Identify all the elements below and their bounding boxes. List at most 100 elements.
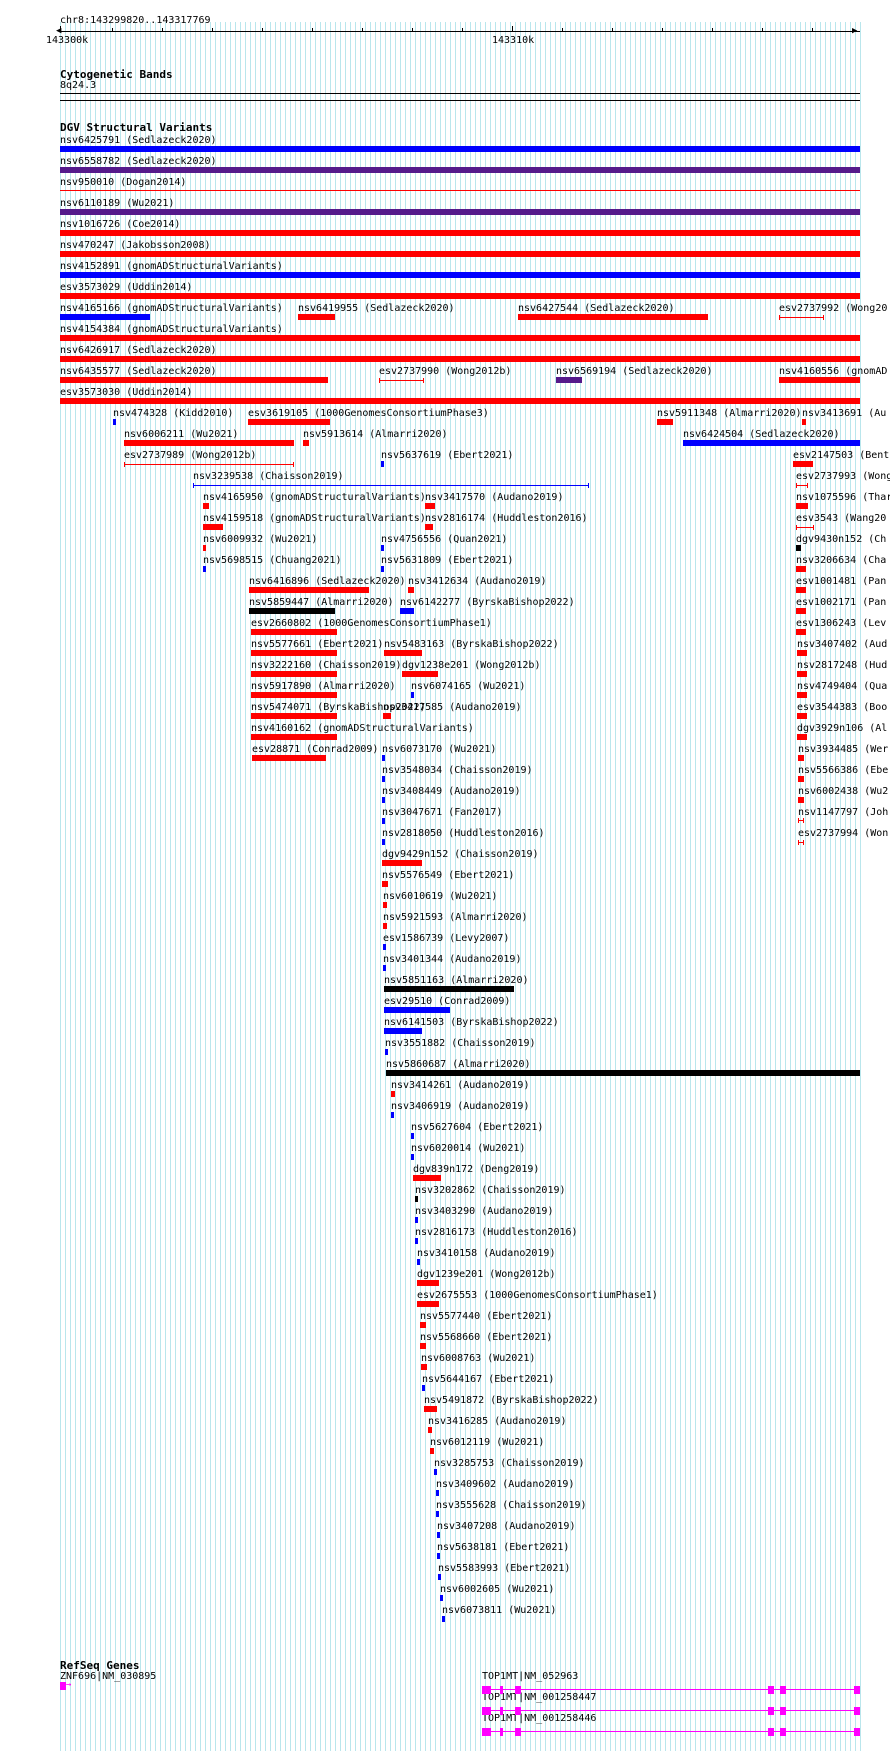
variant-label[interactable]: nsv4152891 (gnomADStructuralVariants) <box>60 261 283 272</box>
variant-bar[interactable] <box>252 755 326 761</box>
variant-label[interactable]: nsv6074165 (Wu2021) <box>411 681 525 692</box>
variant-label[interactable]: nsv4165166 (gnomADStructuralVariants) <box>60 303 283 314</box>
gene-exon[interactable] <box>515 1707 521 1715</box>
variant-bar[interactable] <box>796 629 806 635</box>
variant-label[interactable]: nsv5698515 (Chuang2021) <box>203 555 341 566</box>
gene-exon[interactable] <box>780 1707 786 1715</box>
gene-label[interactable]: ZNF696|NM_030895 <box>60 1671 156 1682</box>
variant-bar[interactable] <box>248 419 330 425</box>
variant-label[interactable]: nsv5583993 (Ebert2021) <box>438 1563 570 1574</box>
variant-label[interactable]: nsv3407402 (Aud <box>797 639 887 650</box>
variant-label[interactable]: nsv3202862 (Chaisson2019) <box>415 1185 566 1196</box>
variant-bar[interactable] <box>411 692 414 698</box>
variant-bar[interactable] <box>411 1133 414 1139</box>
variant-bar[interactable] <box>796 566 806 572</box>
variant-label[interactable]: nsv6008763 (Wu2021) <box>421 1353 535 1364</box>
variant-bar[interactable] <box>124 440 294 446</box>
variant-label[interactable]: esv28871 (Conrad2009) <box>252 744 378 755</box>
variant-label[interactable]: nsv1075596 (Thar <box>796 492 890 503</box>
variant-label[interactable]: nsv3285753 (Chaisson2019) <box>434 1458 585 1469</box>
variant-whisker[interactable] <box>193 485 589 486</box>
variant-bar[interactable] <box>796 545 801 551</box>
variant-label[interactable]: dgv9429n152 (Chaisson2019) <box>382 849 539 860</box>
gene-exon[interactable] <box>768 1686 774 1694</box>
variant-bar[interactable] <box>249 587 369 593</box>
variant-label[interactable]: nsv5911348 (Almarri2020) <box>657 408 802 419</box>
variant-bar[interactable] <box>415 1238 418 1244</box>
gene-exon[interactable] <box>768 1707 774 1715</box>
variant-bar[interactable] <box>802 419 806 425</box>
variant-label[interactable]: nsv3239538 (Chaisson2019) <box>193 471 344 482</box>
variant-bar[interactable] <box>797 734 807 740</box>
variant-label[interactable]: nsv3413691 (Au <box>802 408 886 419</box>
variant-label[interactable]: nsv3408449 (Audano2019) <box>382 786 520 797</box>
variant-label[interactable]: nsv3412634 (Audano2019) <box>408 576 546 587</box>
variant-bar[interactable] <box>434 1469 437 1475</box>
gene-exon[interactable] <box>500 1728 503 1736</box>
variant-bar[interactable] <box>251 713 337 719</box>
variant-bar[interactable] <box>60 314 150 320</box>
variant-label[interactable]: nsv2818050 (Huddleston2016) <box>382 828 545 839</box>
variant-label[interactable]: nsv4749404 (Qua <box>797 681 887 692</box>
variant-label[interactable]: nsv3406919 (Audano2019) <box>391 1101 529 1112</box>
variant-bar[interactable] <box>60 230 860 236</box>
variant-bar[interactable] <box>382 839 385 845</box>
variant-label[interactable]: nsv4165950 (gnomADStructuralVariants) <box>203 492 426 503</box>
variant-bar[interactable] <box>384 1007 450 1013</box>
variant-label[interactable]: nsv3555628 (Chaisson2019) <box>436 1500 587 1511</box>
variant-bar[interactable] <box>425 524 433 530</box>
variant-bar[interactable] <box>683 440 860 446</box>
variant-bar[interactable] <box>436 1490 439 1496</box>
variant-bar[interactable] <box>797 713 807 719</box>
variant-bar[interactable] <box>381 461 384 467</box>
variant-label[interactable]: nsv3409602 (Audano2019) <box>436 1479 574 1490</box>
variant-bar[interactable] <box>60 190 860 191</box>
variant-label[interactable]: nsv3407208 (Audano2019) <box>437 1521 575 1532</box>
variant-whisker[interactable] <box>379 380 424 381</box>
variant-bar[interactable] <box>556 377 582 383</box>
variant-label[interactable]: nsv3401344 (Audano2019) <box>383 954 521 965</box>
gene-exon[interactable] <box>482 1728 491 1736</box>
gene-exon[interactable] <box>854 1707 860 1715</box>
variant-label[interactable]: nsv5631809 (Ebert2021) <box>381 555 513 566</box>
variant-bar[interactable] <box>60 146 860 152</box>
variant-label[interactable]: esv1002171 (Pan <box>796 597 886 608</box>
variant-label[interactable]: nsv6020014 (Wu2021) <box>411 1143 525 1154</box>
gene-exon[interactable] <box>854 1728 860 1736</box>
variant-bar[interactable] <box>422 1385 425 1391</box>
variant-bar[interactable] <box>796 503 808 509</box>
variant-label[interactable]: dgv839n172 (Deng2019) <box>413 1164 539 1175</box>
variant-label[interactable]: nsv3047671 (Fan2017) <box>382 807 502 818</box>
variant-bar[interactable] <box>424 1406 437 1412</box>
variant-bar[interactable] <box>417 1259 420 1265</box>
variant-bar[interactable] <box>408 587 414 593</box>
variant-label[interactable]: nsv5921593 (Almarri2020) <box>383 912 528 923</box>
gene-exon[interactable] <box>500 1686 503 1694</box>
variant-label[interactable]: nsv1147797 (Joh <box>798 807 888 818</box>
variant-bar[interactable] <box>251 692 337 698</box>
variant-bar[interactable] <box>779 377 860 383</box>
variant-label[interactable]: nsv5851163 (Almarri2020) <box>384 975 529 986</box>
variant-bar[interactable] <box>796 587 806 593</box>
variant-label[interactable]: esv2737993 (Wong <box>796 471 890 482</box>
variant-label[interactable]: dgv1238e201 (Wong2012b) <box>402 660 540 671</box>
variant-label[interactable]: nsv5637619 (Ebert2021) <box>381 450 513 461</box>
gene-exon[interactable] <box>482 1686 491 1694</box>
variant-bar[interactable] <box>391 1112 394 1118</box>
variant-bar[interactable] <box>60 335 860 341</box>
variant-bar[interactable] <box>436 1511 439 1517</box>
variant-label[interactable]: esv29510 (Conrad2009) <box>384 996 510 1007</box>
variant-label[interactable]: nsv4756556 (Quan2021) <box>381 534 507 545</box>
variant-bar[interactable] <box>797 671 807 677</box>
variant-label[interactable]: esv1306243 (Lev <box>796 618 886 629</box>
variant-whisker[interactable] <box>779 317 824 318</box>
variant-bar[interactable] <box>415 1217 418 1223</box>
variant-label[interactable]: dgv9430n152 (Ch <box>796 534 886 545</box>
variant-bar[interactable] <box>60 167 860 173</box>
variant-bar[interactable] <box>413 1175 441 1181</box>
variant-label[interactable]: nsv5577661 (Ebert2021) <box>251 639 383 650</box>
variant-label[interactable]: esv2675553 (1000GenomesConsortiumPhase1) <box>417 1290 658 1301</box>
variant-label[interactable]: nsv1016726 (Coe2014) <box>60 219 180 230</box>
variant-label[interactable]: nsv4159518 (gnomADStructuralVariants) <box>203 513 426 524</box>
variant-label[interactable]: nsv6558782 (Sedlazeck2020) <box>60 156 217 167</box>
